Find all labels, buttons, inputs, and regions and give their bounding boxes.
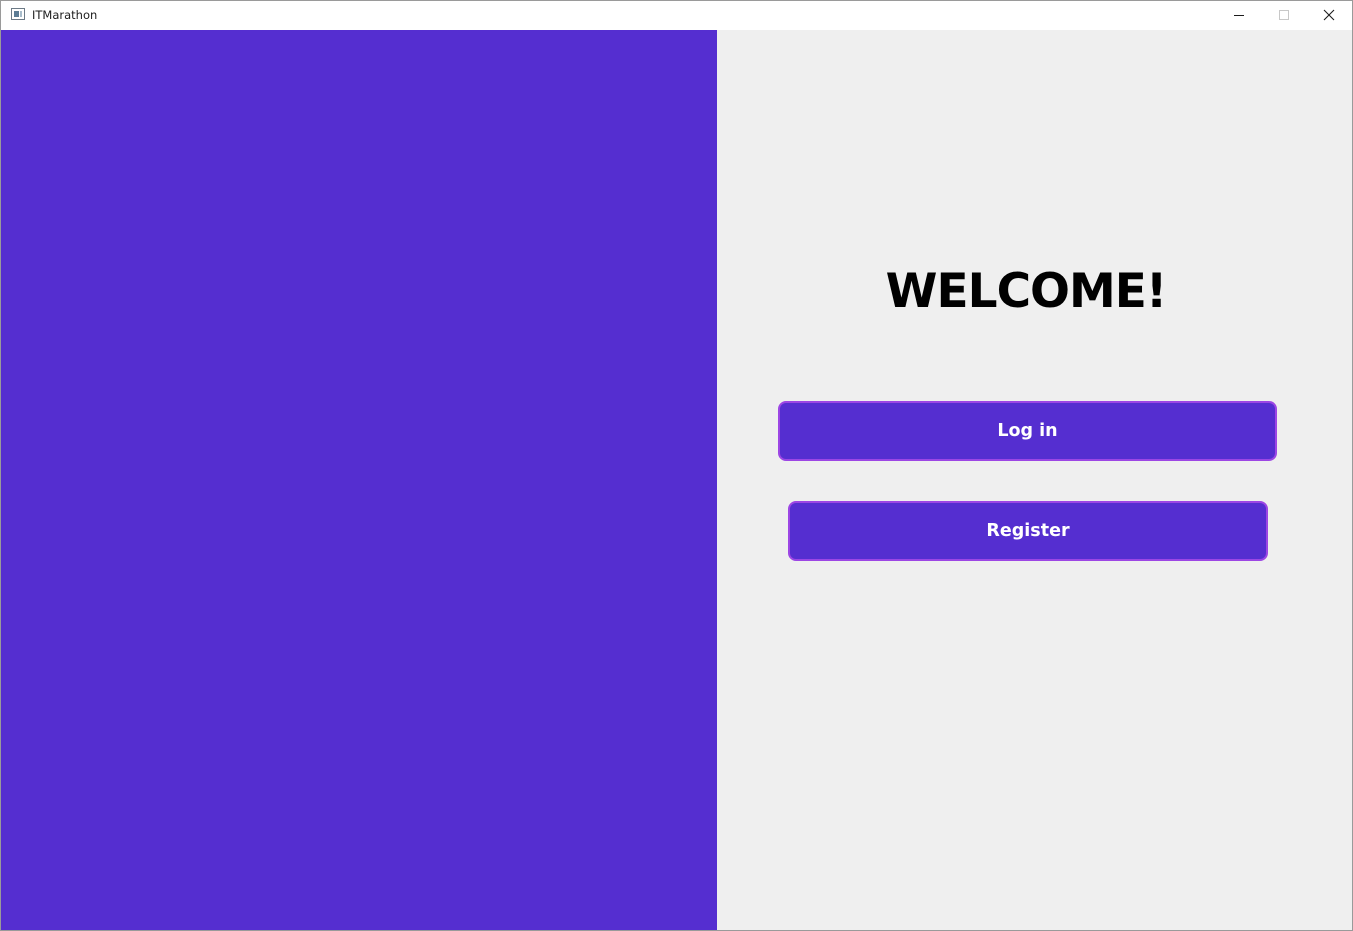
app-window: ITMarathon WELCOME! Log in Register — [0, 0, 1353, 931]
minimize-icon — [1234, 15, 1244, 16]
close-icon — [1323, 9, 1335, 21]
minimize-button[interactable] — [1216, 1, 1262, 30]
maximize-button[interactable] — [1261, 1, 1307, 30]
welcome-panel: WELCOME! Log in Register — [717, 30, 1352, 930]
app-window-icon — [11, 8, 25, 20]
close-button[interactable] — [1306, 1, 1352, 30]
login-button[interactable]: Log in — [778, 401, 1277, 461]
brand-panel — [1, 30, 717, 930]
maximize-icon — [1279, 10, 1289, 20]
register-button-label: Register — [986, 521, 1070, 541]
window-title: ITMarathon — [32, 8, 98, 22]
title-bar[interactable]: ITMarathon — [1, 1, 1352, 30]
welcome-heading: WELCOME! — [885, 264, 1168, 319]
register-button[interactable]: Register — [788, 501, 1268, 561]
login-button-label: Log in — [997, 421, 1058, 441]
